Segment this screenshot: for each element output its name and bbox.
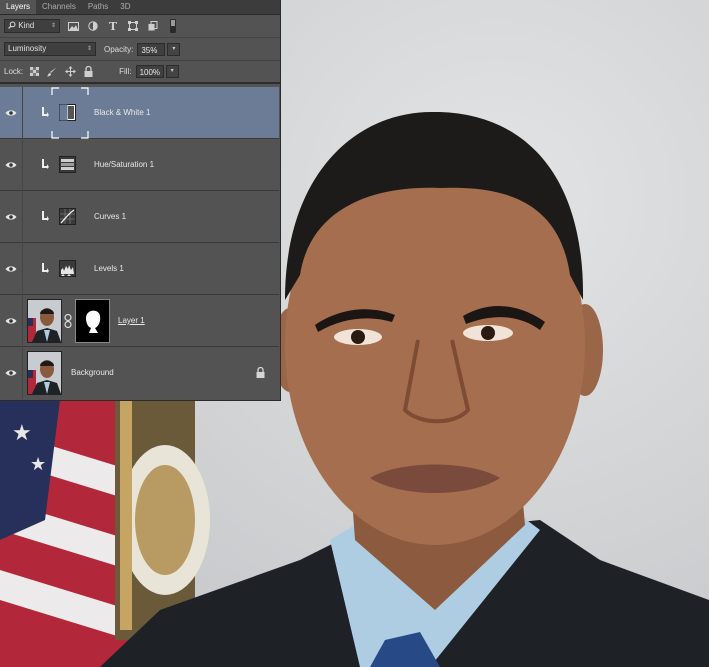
layer-levels-1[interactable]: Levels 1 xyxy=(0,243,279,295)
blend-mode-select[interactable]: Luminosity ⇕ xyxy=(4,42,96,56)
layer-name[interactable]: Black & White 1 xyxy=(94,87,150,139)
updown-icon: ⇕ xyxy=(86,46,92,52)
layer-hue-saturation-1[interactable]: Hue/Saturation 1 xyxy=(0,139,279,191)
filter-kind-label: Kind xyxy=(18,21,35,30)
fill-label: Fill: xyxy=(119,67,132,76)
visibility-toggle[interactable] xyxy=(0,87,23,139)
fill-dropdown-button[interactable]: ▾ xyxy=(165,65,179,78)
blend-mode-value: Luminosity xyxy=(8,44,47,53)
search-icon xyxy=(8,21,16,29)
filter-kind-select[interactable]: Kind ⇕ xyxy=(4,19,60,33)
opacity-dropdown-button[interactable]: ▾ xyxy=(167,42,181,56)
visibility-toggle[interactable] xyxy=(0,347,23,399)
layer-background[interactable]: Background xyxy=(0,347,279,399)
filter-row: Kind ⇕ T xyxy=(0,15,280,38)
clipping-arrow-icon xyxy=(42,159,49,169)
tab-channels[interactable]: Channels xyxy=(36,0,82,14)
black-white-icon xyxy=(59,104,76,121)
eye-icon xyxy=(5,318,17,324)
photo-thumbnail-icon xyxy=(28,352,61,394)
filter-shape-icon[interactable] xyxy=(126,19,140,33)
lock-brush-icon[interactable] xyxy=(47,67,57,77)
hue-saturation-icon xyxy=(59,156,76,173)
filter-adjustment-icon[interactable] xyxy=(86,19,100,33)
layer-name[interactable]: Hue/Saturation 1 xyxy=(94,139,154,191)
curves-icon xyxy=(59,208,76,225)
filter-kind-value: Kind xyxy=(8,19,34,33)
fill-field[interactable]: 100% xyxy=(135,65,164,78)
tab-3d[interactable]: 3D xyxy=(114,0,136,14)
lock-transparent-icon[interactable] xyxy=(30,67,40,76)
filter-pixel-icon[interactable] xyxy=(66,19,80,33)
filter-type-icon[interactable]: T xyxy=(106,19,120,33)
eye-icon xyxy=(5,110,17,116)
svg-text:★: ★ xyxy=(30,454,46,475)
blend-row: Luminosity ⇕ Opacity: 35% ▾ xyxy=(0,38,280,61)
svg-text:★: ★ xyxy=(12,421,32,446)
tab-layers[interactable]: Layers xyxy=(0,0,37,14)
clipping-arrow-icon xyxy=(42,211,49,221)
layer-thumbnail[interactable] xyxy=(27,299,62,343)
visibility-toggle[interactable] xyxy=(0,243,23,295)
opacity-field[interactable]: 35% xyxy=(137,42,166,56)
filter-smart-object-icon[interactable] xyxy=(146,19,160,33)
clipping-arrow-icon xyxy=(42,107,49,117)
visibility-toggle[interactable] xyxy=(0,295,23,347)
layer-layer-1[interactable]: Layer 1 xyxy=(0,295,279,347)
layers-panel: Layers Channels Paths 3D Kind ⇕ T Lumino… xyxy=(0,0,281,401)
layer-name[interactable]: Levels 1 xyxy=(94,243,124,295)
visibility-toggle[interactable] xyxy=(0,191,23,243)
lock-row: Lock: Fill: 100% ▾ xyxy=(0,61,280,84)
layer-thumbnail[interactable] xyxy=(27,351,62,395)
layer-name[interactable]: Layer 1 xyxy=(118,295,145,347)
lock-position-icon[interactable] xyxy=(65,66,77,77)
layer-black-white-1[interactable]: Black & White 1 xyxy=(0,87,279,139)
eye-icon xyxy=(5,266,17,272)
levels-icon xyxy=(59,260,76,277)
filter-toggle-switch[interactable] xyxy=(166,19,180,33)
lock-icon xyxy=(256,367,265,378)
lock-all-icon[interactable] xyxy=(84,66,93,77)
layer-curves-1[interactable]: Curves 1 xyxy=(0,191,279,243)
mask-link-icon[interactable] xyxy=(64,314,72,328)
updown-icon: ⇕ xyxy=(50,23,56,29)
layer-name[interactable]: Background xyxy=(71,347,114,399)
opacity-label: Opacity: xyxy=(104,44,134,54)
lock-label: Lock: xyxy=(4,67,24,76)
panel-tabs: Layers Channels Paths 3D xyxy=(0,0,280,15)
eye-icon xyxy=(5,162,17,168)
flag-image: ★ ★ xyxy=(0,400,130,667)
clipping-arrow-icon xyxy=(42,263,49,273)
eye-icon xyxy=(5,370,17,376)
eye-icon xyxy=(5,214,17,220)
layer-name[interactable]: Curves 1 xyxy=(94,191,126,243)
tab-paths[interactable]: Paths xyxy=(82,0,114,14)
visibility-toggle[interactable] xyxy=(0,139,23,191)
mask-shape-icon xyxy=(76,300,109,342)
layer-mask-thumbnail[interactable] xyxy=(75,299,110,343)
photo-thumbnail-icon xyxy=(28,300,61,342)
